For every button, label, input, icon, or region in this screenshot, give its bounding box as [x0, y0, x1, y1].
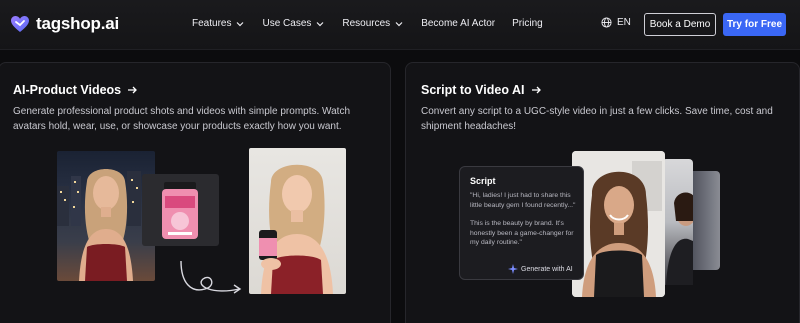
card-title[interactable]: Script to Video AI [421, 83, 542, 97]
menu-item-pricing[interactable]: Pricing [512, 18, 543, 29]
top-navigation: tagshop.ai Features Use Cases Resources … [0, 0, 800, 50]
arrow-right-icon [531, 86, 541, 94]
curved-arrow-icon [180, 260, 242, 294]
menu-item-resources[interactable]: Resources [342, 18, 404, 29]
script-text: "Hi, ladies! I just had to share this li… [470, 191, 578, 248]
script-title: Script [470, 176, 496, 186]
card-description: Convert any script to a UGC-style video … [421, 106, 773, 132]
globe-icon [601, 17, 612, 28]
main-menu: Features Use Cases Resources Become AI A… [192, 18, 543, 29]
card-title[interactable]: AI-Product Videos [13, 83, 138, 97]
generate-with-ai-button[interactable]: Generate with AI [508, 264, 573, 274]
chevron-down-icon [395, 21, 403, 26]
menu-item-label: Features [192, 18, 232, 29]
language-selector[interactable]: EN [601, 17, 631, 28]
menu-item-become-ai-actor[interactable]: Become AI Actor [421, 18, 495, 29]
menu-item-label: Pricing [512, 18, 543, 29]
ai-product-videos-card[interactable]: AI-Product Videos Generate professional … [0, 62, 391, 323]
ugc-video-preview [572, 151, 665, 297]
menu-item-label: Resources [342, 18, 391, 29]
script-line-2: This is the beauty by brand. It's honest… [470, 220, 574, 246]
script-to-video-card[interactable]: Script to Video AI Convert any script to… [405, 62, 800, 323]
language-label: EN [617, 17, 631, 28]
video-thumbnail [662, 159, 696, 285]
menu-item-use-cases[interactable]: Use Cases [262, 18, 325, 29]
book-demo-button[interactable]: Book a Demo [644, 13, 716, 36]
arrow-right-icon [128, 86, 138, 94]
chevron-down-icon [316, 21, 324, 26]
try-free-button[interactable]: Try for Free [723, 13, 786, 36]
sparkle-icon [508, 264, 518, 274]
card-title-text: Script to Video AI [421, 83, 525, 97]
logo-heart-icon [11, 16, 29, 32]
card-title-text: AI-Product Videos [13, 83, 122, 97]
logo[interactable]: tagshop.ai [10, 14, 119, 34]
card-description: Generate professional product shots and … [13, 106, 351, 132]
script-line-1: "Hi, ladies! I just had to share this li… [470, 192, 576, 209]
generate-button-label: Generate with AI [521, 265, 573, 273]
product-image [142, 174, 219, 246]
chevron-down-icon [237, 21, 244, 26]
menu-item-features[interactable]: Features [192, 18, 245, 29]
script-panel: Script "Hi, ladies! I just had to share … [459, 166, 584, 280]
avatar-holding-product-photo [249, 148, 346, 294]
logo-text: tagshop.ai [36, 14, 120, 33]
menu-item-label: Become AI Actor [421, 18, 496, 29]
avatar-city-photo [57, 151, 155, 281]
menu-item-label: Use Cases [262, 18, 312, 29]
video-thumbnail [689, 171, 720, 270]
